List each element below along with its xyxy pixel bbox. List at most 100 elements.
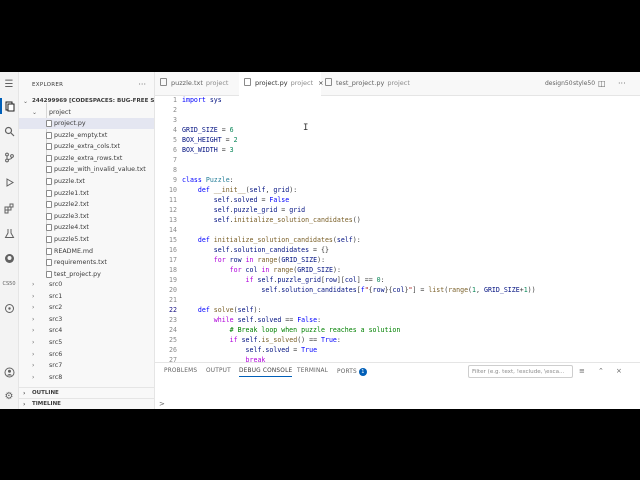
close-icon[interactable]: × — [616, 367, 622, 375]
line-number: 11 — [169, 196, 177, 204]
explorer-icon[interactable] — [3, 100, 15, 112]
chevron-right-icon: › — [32, 327, 35, 335]
folder-item[interactable]: › src1 — [19, 291, 154, 302]
cs50-label[interactable]: CS50 — [1, 281, 17, 287]
code-line: BOX_WIDTH = 3 — [182, 146, 234, 154]
gear-icon[interactable]: ⚙ — [3, 390, 15, 402]
tab-puzzle-txt[interactable]: puzzle.txt project — [160, 72, 237, 95]
line-number: 20 — [169, 286, 177, 294]
file-item[interactable]: puzzle_extra_cols.txt — [19, 141, 154, 152]
menu-icon[interactable]: ☰ — [3, 78, 15, 90]
timeline-section[interactable]: › TIMELINE — [19, 398, 154, 409]
code-line: import sys — [182, 96, 222, 104]
clear-console-icon[interactable]: ≡ — [579, 367, 585, 375]
line-number: 19 — [169, 276, 177, 284]
file-label: README.md — [54, 247, 94, 255]
ports-label: PORTS — [337, 369, 357, 375]
style50-button[interactable]: style50 — [573, 72, 595, 95]
folder-item[interactable]: › src6 — [19, 349, 154, 360]
folder-item[interactable]: › src4 — [19, 325, 154, 336]
file-label: requirements.txt — [54, 259, 107, 267]
folder-item[interactable]: › src5 — [19, 337, 154, 348]
file-item[interactable]: puzzle3.txt — [19, 211, 154, 222]
tab-label: puzzle.txt — [171, 79, 203, 87]
file-icon — [46, 166, 52, 174]
file-icon — [46, 154, 52, 162]
tab-debug-console[interactable]: DEBUG CONSOLE — [239, 368, 293, 377]
testing-icon[interactable] — [3, 227, 15, 239]
file-label: puzzle_empty.txt — [54, 131, 108, 139]
workspace-label: 244299969 [CODESPACES: BUG-FREE SPO... — [32, 98, 154, 104]
line-number: 2 — [173, 106, 177, 114]
file-icon — [244, 78, 251, 86]
line-number: 15 — [169, 236, 177, 244]
line-number: 10 — [169, 186, 177, 194]
code-line: class Puzzle: — [182, 176, 234, 184]
file-item[interactable]: puzzle.txt — [19, 176, 154, 187]
folder-item[interactable]: › src3 — [19, 314, 154, 325]
tab-output[interactable]: OUTPUT — [206, 368, 231, 374]
code-line: def initialize_solution_candidates(self)… — [197, 236, 361, 244]
search-icon[interactable] — [3, 125, 15, 137]
line-number: 24 — [169, 326, 177, 334]
file-item[interactable]: puzzle1.txt — [19, 188, 154, 199]
chevron-right-icon: › — [32, 339, 35, 346]
line-number: 12 — [169, 206, 177, 214]
github-icon[interactable] — [3, 252, 15, 264]
file-item[interactable]: puzzle_with_invalid_value.txt — [19, 164, 154, 175]
file-item[interactable]: puzzle_empty.txt — [19, 130, 154, 141]
split-editor-icon[interactable]: ◫ — [598, 72, 606, 95]
chevron-up-icon[interactable]: ⌃ — [598, 367, 604, 375]
chevron-right-icon: › — [32, 315, 35, 323]
folder-item[interactable]: › src0 — [19, 279, 154, 290]
line-number: 7 — [173, 156, 177, 164]
more-actions-icon[interactable]: ··· — [138, 80, 146, 89]
file-item[interactable]: README.md — [19, 246, 154, 257]
file-item[interactable]: puzzle_extra_rows.txt — [19, 153, 154, 164]
tab-test-project-py[interactable]: test_project.py project — [325, 72, 425, 95]
extensions-icon[interactable] — [3, 202, 15, 214]
folder-label: project — [49, 109, 71, 116]
file-item[interactable]: puzzle5.txt — [19, 234, 154, 245]
ports-badge: 1 — [358, 368, 367, 376]
file-item[interactable]: puzzle4.txt — [19, 222, 154, 233]
tab-problems[interactable]: PROBLEMS — [164, 368, 197, 374]
close-icon[interactable]: × — [318, 79, 323, 87]
file-icon — [46, 189, 52, 197]
workspace-header[interactable]: ⌄ 244299969 [CODESPACES: BUG-FREE SPO... — [19, 96, 154, 107]
duck-icon[interactable] — [3, 302, 15, 314]
folder-project[interactable]: ⌄ project — [19, 107, 154, 118]
explorer-title: EXPLORER — [32, 82, 64, 88]
line-number: 9 — [173, 176, 177, 184]
console-prompt[interactable]: > — [159, 400, 165, 408]
tab-project-py[interactable]: project.py project × — [239, 72, 324, 96]
file-label: puzzle.txt — [54, 178, 85, 185]
filter-input[interactable]: Filter (e.g. text, !exclude, \esca... — [468, 365, 573, 378]
folder-item[interactable]: › src2 — [19, 302, 154, 313]
chevron-right-icon: › — [32, 281, 35, 288]
code-line: if self.puzzle_grid[row][col] == 0: — [245, 276, 385, 284]
file-label: puzzle1.txt — [54, 189, 89, 197]
file-item[interactable]: project.py — [19, 118, 154, 129]
tab-ports[interactable]: PORTS 1 — [337, 368, 367, 376]
code-line: def solve(self): — [197, 306, 262, 314]
line-number: 23 — [169, 316, 177, 324]
folder-label: src2 — [49, 304, 63, 312]
tab-label: test_project.py — [336, 79, 385, 87]
account-icon[interactable] — [3, 366, 15, 378]
code-editor[interactable]: 1 2 3 4 5 6 7 8 9 10 11 12 13 14 15 16 17 18 19 20 21 22 23 24 2… — [155, 96, 640, 364]
folder-item[interactable]: › src7 — [19, 360, 154, 371]
folder-label: src6 — [49, 350, 63, 358]
active-indicator — [0, 98, 2, 114]
run-debug-icon[interactable] — [3, 176, 15, 188]
folder-item[interactable]: › src8 — [19, 372, 154, 383]
design50-button[interactable]: design50 — [545, 72, 573, 95]
file-icon — [46, 236, 52, 243]
more-actions-icon[interactable]: ··· — [618, 72, 626, 95]
file-item[interactable]: requirements.txt — [19, 257, 154, 268]
line-number: 26 — [169, 346, 177, 354]
source-control-icon[interactable] — [3, 151, 15, 163]
file-icon — [46, 120, 52, 127]
tab-terminal[interactable]: TERMINAL — [297, 368, 328, 374]
file-item[interactable]: puzzle2.txt — [19, 199, 154, 210]
